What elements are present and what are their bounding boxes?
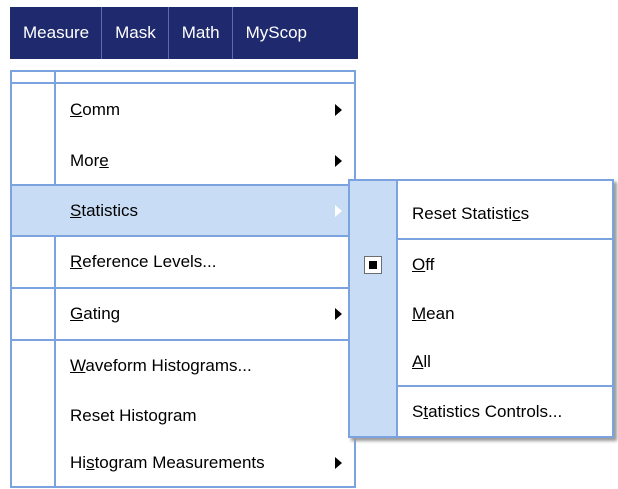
menu-item-reference-levels[interactable]: Reference Levels...	[12, 237, 354, 287]
menu-item-histogram-measurements[interactable]: Histogram Measurements	[12, 441, 354, 485]
submenu-arrow-icon	[335, 204, 342, 217]
menu-item-gating[interactable]: Gating	[12, 289, 354, 339]
menu-item-statistics-label: Statistics	[70, 200, 139, 220]
menu-item-statistics[interactable]: Statistics	[12, 186, 354, 235]
selected-radio-dot	[369, 261, 377, 269]
submenu-item-statistics-controls[interactable]: Statistics Controls...	[350, 387, 612, 437]
submenu-item-reset-statistics-label: Reset Statistics	[412, 204, 530, 223]
menubar: Measure Mask Math MyScop	[10, 7, 358, 59]
menu-item-waveform-histograms[interactable]: Waveform Histograms...	[12, 341, 354, 391]
submenu-arrow-icon	[335, 308, 342, 320]
measure-dropdown-menu: Comm More Statistics Reference Levels...…	[10, 70, 356, 488]
menu-item-reset-histogram-label: Reset Histogram	[70, 406, 197, 425]
menu-item-gating-label: Gating	[70, 304, 121, 323]
menu-item-histogram-measurements-label: Histogram Measurements	[70, 453, 265, 472]
menu-item-more-label: More	[70, 150, 109, 170]
submenu-item-reset-statistics[interactable]: Reset Statistics	[350, 189, 612, 239]
menubar-item-myscope[interactable]: MyScop	[233, 7, 307, 59]
menu-item-waveform-histograms-label: Waveform Histograms...	[70, 356, 252, 375]
submenu-item-all[interactable]: All	[350, 337, 612, 387]
application-window: Measure Mask Math MyScop Comm More Stati…	[0, 0, 618, 489]
menubar-item-measure[interactable]: Measure	[10, 7, 103, 59]
menu-item-comm-label: Comm	[70, 99, 121, 119]
menu-item-reset-histogram[interactable]: Reset Histogram	[12, 391, 354, 441]
submenu-arrow-icon	[335, 103, 342, 116]
submenu-item-mean-label: Mean	[412, 304, 455, 323]
menu-item-more[interactable]: More	[12, 135, 354, 186]
selected-radio-icon	[364, 256, 382, 274]
menu-item-reference-levels-label: Reference Levels...	[70, 252, 217, 271]
submenu-arrow-icon	[335, 457, 342, 469]
menu-top-strip	[12, 70, 354, 84]
submenu-item-off-label: Off	[412, 255, 435, 274]
submenu-arrow-icon	[335, 154, 342, 167]
menubar-item-math[interactable]: Math	[169, 7, 233, 59]
menubar-item-mask[interactable]: Mask	[102, 7, 169, 59]
submenu-item-all-label: All	[412, 352, 431, 371]
submenu-item-mean[interactable]: Mean	[350, 289, 612, 339]
menu-top-strip-tick	[54, 72, 56, 82]
menu-item-comm[interactable]: Comm	[12, 84, 354, 135]
submenu-item-off[interactable]: Off	[350, 240, 612, 290]
submenu-item-statistics-controls-label: Statistics Controls...	[412, 402, 563, 421]
statistics-submenu: Reset Statistics Off Mean All Statistics…	[348, 179, 614, 438]
